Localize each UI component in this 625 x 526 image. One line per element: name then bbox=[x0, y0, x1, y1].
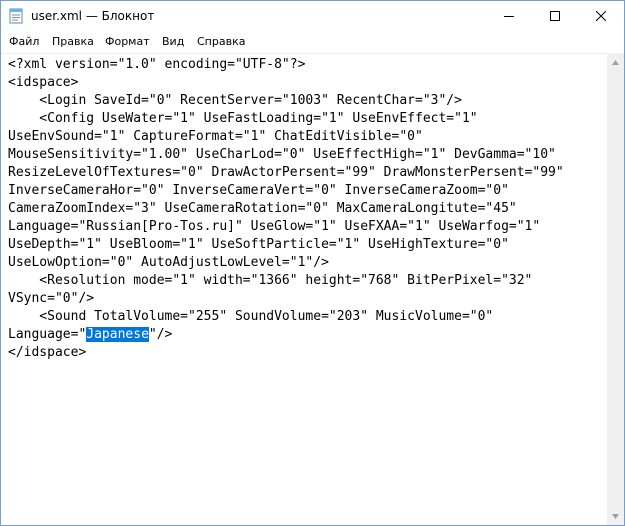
menu-edit[interactable]: Правка bbox=[52, 35, 94, 48]
menu-help[interactable]: Справка bbox=[197, 35, 245, 48]
notepad-window: user.xml — Блокнот Файл Правка Формат Ви… bbox=[0, 0, 625, 526]
text-line: UseLowOption="0" AutoAdjustLowLevel="1"/… bbox=[8, 255, 329, 270]
arrow-down-icon bbox=[612, 514, 619, 519]
title-bar[interactable]: user.xml — Блокнот bbox=[1, 1, 624, 32]
text-line: UseEnvSound="1" CaptureFormat="1" ChatEd… bbox=[8, 129, 423, 144]
maximize-icon bbox=[550, 11, 560, 21]
notepad-icon bbox=[9, 8, 23, 24]
close-button[interactable] bbox=[578, 1, 624, 32]
text-segment: Language=" bbox=[8, 327, 87, 342]
window-title: user.xml — Блокнот bbox=[31, 9, 155, 23]
close-icon bbox=[596, 11, 606, 21]
arrow-up-icon bbox=[612, 60, 619, 65]
text-line: <?xml version="1.0" encoding="UTF-8"?> bbox=[8, 57, 306, 72]
text-line: InverseCameraHor="0" InverseCameraVert="… bbox=[8, 183, 509, 198]
menu-view[interactable]: Вид bbox=[162, 35, 184, 48]
text-line: ResizeLevelOfTextures="0" DrawActorPerse… bbox=[8, 165, 564, 180]
minimize-button[interactable] bbox=[486, 1, 532, 32]
minimize-icon bbox=[504, 16, 514, 17]
vertical-scrollbar[interactable] bbox=[607, 54, 624, 525]
maximize-button[interactable] bbox=[532, 1, 578, 32]
menu-bar: Файл Правка Формат Вид Справка bbox=[1, 32, 624, 54]
text-line: </idspace> bbox=[8, 345, 87, 360]
text-line: MouseSensitivity="1.00" UseCharLod="0" U… bbox=[8, 147, 556, 162]
text-line: Language="Russian[Pro-Tos.ru]" UseGlow="… bbox=[8, 219, 541, 234]
text-editor[interactable]: <?xml version="1.0" encoding="UTF-8"?> <… bbox=[1, 54, 607, 525]
text-line-with-selection: Language="Japanese"/> bbox=[8, 326, 172, 344]
text-line: <Resolution mode="1" width="1366" height… bbox=[8, 273, 533, 288]
selected-text[interactable]: Japanese bbox=[86, 327, 149, 342]
text-line: VSync="0"/> bbox=[8, 291, 95, 306]
menu-file[interactable]: Файл bbox=[9, 35, 39, 48]
text-segment: "/> bbox=[148, 327, 173, 342]
text-line: CameraZoomIndex="3" UseCameraRotation="0… bbox=[8, 201, 517, 216]
scroll-down-button[interactable] bbox=[607, 508, 624, 525]
scroll-up-button[interactable] bbox=[607, 54, 624, 71]
menu-format[interactable]: Формат bbox=[105, 35, 150, 48]
text-line: UseDepth="1" UseBloom="1" UseSoftParticl… bbox=[8, 237, 509, 252]
text-line: <idspace> bbox=[8, 75, 79, 90]
text-line: <Sound TotalVolume="255" SoundVolume="20… bbox=[8, 309, 494, 324]
text-line: <Login SaveId="0" RecentServer="1003" Re… bbox=[8, 93, 462, 108]
text-line: <Config UseWater="1" UseFastLoading="1" … bbox=[8, 111, 478, 126]
